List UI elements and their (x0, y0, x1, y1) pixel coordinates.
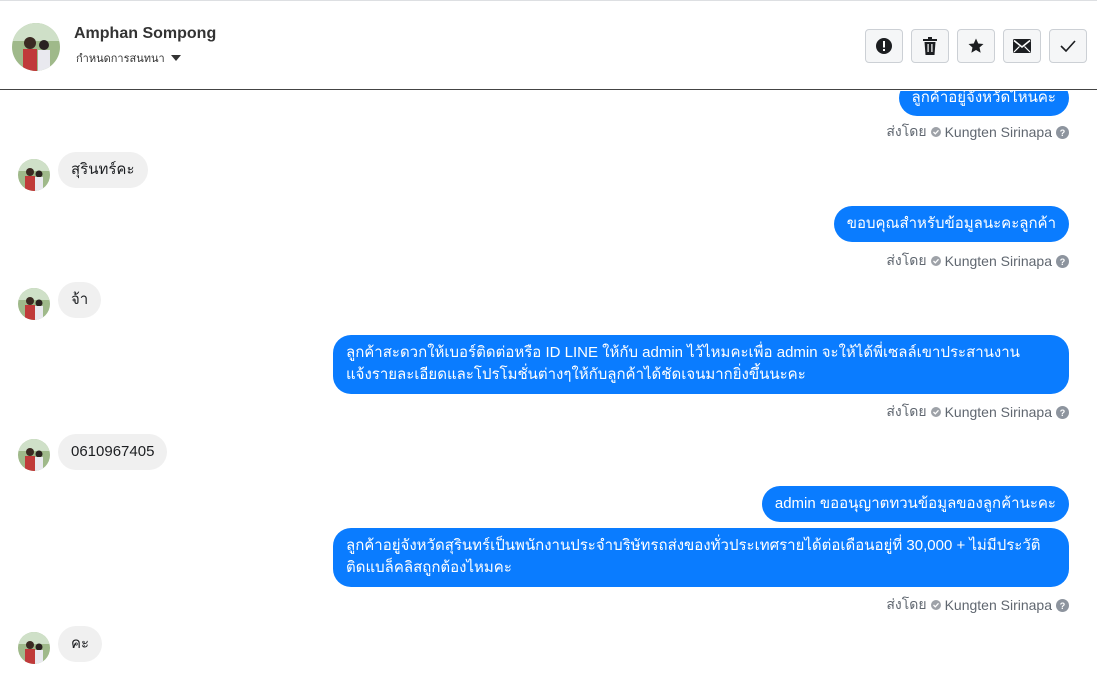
conversation-options-label: กำหนดการสนทนา (76, 53, 165, 65)
message-line: แจ้งรายละเอียดและโปรโมชั่นต่างๆให้กับลูก… (346, 366, 806, 383)
message-line: ลูกค้าอยู่จังหวัดสุรินทร์เป็นพนักงานประจ… (346, 537, 1041, 554)
sent-by-info: ส่งโดย Kungten Sirinapa ? (886, 594, 1069, 616)
sent-by-agent: Kungten Sirinapa (944, 597, 1052, 613)
sent-by-prefix: ส่งโดย (886, 403, 927, 419)
message-thread[interactable]: ลูกค้าอยู่จังหวัดไหนคะ ส่งโดย Kungten Si… (0, 91, 1097, 675)
outgoing-message[interactable]: ลูกค้าอยู่จังหวัดไหนคะ (898, 91, 1069, 116)
svg-text:?: ? (1060, 128, 1066, 138)
contact-avatar[interactable] (18, 288, 50, 320)
verified-check-icon (930, 600, 941, 610)
sent-by-prefix: ส่งโดย (886, 123, 927, 139)
mark-done-button[interactable] (1049, 29, 1087, 63)
sent-by-info: ส่งโดย Kungten Sirinapa ? (886, 401, 1069, 423)
sent-by-agent: Kungten Sirinapa (944, 404, 1052, 420)
help-icon[interactable]: ? (1056, 405, 1069, 419)
outgoing-message[interactable]: admin ขออนุญาตทวนข้อมูลของลูกค้านะคะ (761, 486, 1069, 522)
svg-text:?: ? (1060, 257, 1066, 267)
sent-by-info: ส่งโดย Kungten Sirinapa ? (886, 250, 1069, 272)
outgoing-message[interactable]: ลูกค้าอยู่จังหวัดสุรินทร์เป็นพนักงานประจ… (333, 528, 1069, 587)
check-icon (1060, 40, 1076, 52)
help-icon[interactable]: ? (1056, 254, 1069, 268)
caret-down-icon (170, 55, 181, 61)
help-icon[interactable]: ? (1056, 125, 1069, 139)
verified-check-icon (930, 127, 941, 137)
message-line: ติดแบล็คลิสถูกต้องไหมคะ (346, 559, 512, 576)
help-icon[interactable]: ? (1056, 598, 1069, 612)
sent-by-agent: Kungten Sirinapa (944, 124, 1052, 140)
sent-by-prefix: ส่งโดย (886, 596, 927, 612)
contact-avatar[interactable] (18, 159, 50, 191)
incoming-message[interactable]: สุรินทร์คะ (58, 152, 148, 188)
star-button[interactable] (957, 29, 995, 63)
report-button[interactable] (865, 29, 903, 63)
contact-avatar[interactable] (18, 439, 50, 471)
sent-by-prefix: ส่งโดย (886, 252, 927, 268)
outgoing-message[interactable]: ขอบคุณสำหรับข้อมูลนะคะลูกค้า (833, 206, 1069, 242)
contact-avatar[interactable] (12, 23, 60, 71)
sent-by-agent: Kungten Sirinapa (944, 253, 1052, 269)
sent-by-info: ส่งโดย Kungten Sirinapa ? (886, 121, 1069, 143)
contact-avatar[interactable] (18, 632, 50, 664)
contact-name[interactable]: Amphan Sompong (74, 25, 216, 43)
mark-unread-button[interactable] (1003, 29, 1041, 63)
star-icon (968, 38, 984, 53)
incoming-message[interactable]: 0610967405 (58, 434, 168, 470)
verified-check-icon (930, 256, 941, 266)
trash-icon (923, 37, 937, 55)
svg-text:?: ? (1060, 601, 1066, 611)
conversation-header: Amphan Sompong กำหนดการสนทนา (0, 0, 1097, 90)
delete-button[interactable] (911, 29, 949, 63)
alert-icon (876, 38, 892, 54)
outgoing-message[interactable]: ลูกค้าสะดวกให้เบอร์ติดต่อหรือ ID LINE ให… (333, 335, 1069, 394)
mail-icon (1013, 39, 1031, 53)
incoming-message[interactable]: คะ (58, 626, 103, 662)
header-actions (865, 29, 1087, 63)
message-line: ลูกค้าสะดวกให้เบอร์ติดต่อหรือ ID LINE ให… (346, 344, 1020, 361)
verified-check-icon (930, 407, 941, 417)
svg-text:?: ? (1060, 408, 1066, 418)
incoming-message[interactable]: จ้า (58, 282, 102, 318)
conversation-options-dropdown[interactable]: กำหนดการสนทนา (76, 49, 181, 67)
